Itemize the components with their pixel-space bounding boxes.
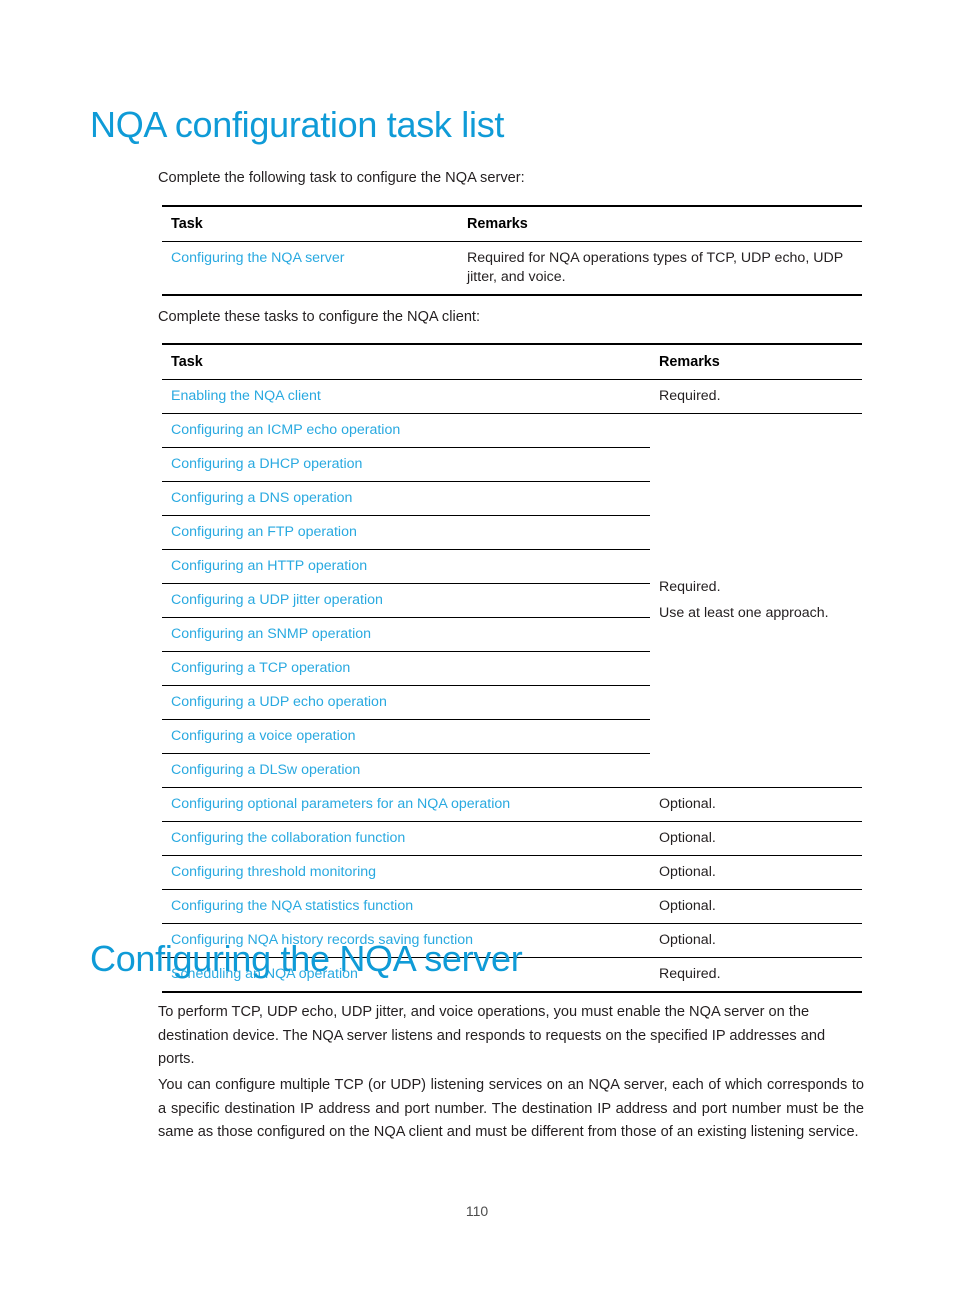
link-configuring-a-dns-operation[interactable]: Configuring a DNS operation	[171, 490, 352, 506]
task-cell: Configuring an HTTP operation	[162, 549, 650, 584]
table-row: Configuring the collaboration function O…	[162, 821, 862, 856]
column-header-remarks: Remarks	[650, 343, 862, 380]
link-configuring-a-udp-jitter-operation[interactable]: Configuring a UDP jitter operation	[171, 592, 383, 608]
section-title-configuring-the-nqa-server: Configuring the NQA server	[90, 938, 523, 979]
link-configuring-an-ftp-operation[interactable]: Configuring an FTP operation	[171, 524, 357, 540]
document-page: NQA configuration task list Complete the…	[0, 0, 954, 1296]
remark-cell: Optional.	[650, 923, 862, 958]
remark-cell: Optional.	[650, 889, 862, 924]
task-cell: Configuring the collaboration function	[162, 821, 650, 856]
paragraph-nqa-server-listening-services: You can configure multiple TCP (or UDP) …	[158, 1077, 864, 1140]
task-cell: Configuring a DNS operation	[162, 481, 650, 516]
remark-cell: Required for NQA operations types of TCP…	[458, 241, 862, 296]
link-configuring-the-collaboration-function[interactable]: Configuring the collaboration function	[171, 830, 405, 846]
task-cell: Configuring a DLSw operation	[162, 753, 650, 788]
table-header-row: Task Remarks	[162, 343, 862, 380]
link-configuring-threshold-monitoring[interactable]: Configuring threshold monitoring	[171, 864, 376, 880]
task-cell: Configuring an SNMP operation	[162, 617, 650, 652]
link-configuring-an-icmp-echo-operation[interactable]: Configuring an ICMP echo operation	[171, 422, 400, 438]
table-row: Configuring the NQA server Required for …	[162, 241, 862, 296]
link-configuring-the-nqa-server[interactable]: Configuring the NQA server	[171, 250, 345, 266]
remark-line-use-at-least-one-approach: Use at least one approach.	[659, 605, 829, 621]
link-configuring-a-voice-operation[interactable]: Configuring a voice operation	[171, 728, 356, 744]
task-cell: Configuring a voice operation	[162, 719, 650, 754]
task-cell: Enabling the NQA client	[162, 379, 650, 414]
lead-text-client: Complete these tasks to configure the NQ…	[158, 309, 481, 325]
table-row: Configuring an ICMP echo operation Requi…	[162, 413, 862, 788]
link-configuring-a-dhcp-operation[interactable]: Configuring a DHCP operation	[171, 456, 362, 472]
table-nqa-client-tasks: Task Remarks Enabling the NQA client Req…	[162, 343, 862, 993]
task-cell: Configuring the NQA server	[162, 241, 458, 296]
table-row: Configuring threshold monitoring Optiona…	[162, 855, 862, 890]
column-header-remarks: Remarks	[458, 205, 862, 242]
remark-cell: Optional.	[650, 855, 862, 890]
task-cell: Configuring a UDP echo operation	[162, 685, 650, 720]
table-header-row: Task Remarks	[162, 205, 862, 242]
table-nqa-server-tasks: Task Remarks Configuring the NQA server …	[162, 205, 862, 296]
task-cell: Configuring a UDP jitter operation	[162, 583, 650, 618]
page-title-nqa-configuration-task-list: NQA configuration task list	[90, 104, 505, 145]
link-configuring-the-nqa-statistics-function[interactable]: Configuring the NQA statistics function	[171, 898, 413, 914]
paragraph-nqa-server-overview: To perform TCP, UDP echo, UDP jitter, an…	[158, 1004, 826, 1067]
remark-cell: Required.	[650, 379, 862, 414]
task-cell: Configuring an FTP operation	[162, 515, 650, 550]
remark-cell: Required.	[650, 957, 862, 993]
page-number: 110	[465, 1203, 489, 1219]
remark-cell-merged: Required. Use at least one approach.	[650, 413, 862, 788]
link-configuring-a-tcp-operation[interactable]: Configuring a TCP operation	[171, 660, 350, 676]
table-row: Configuring the NQA statistics function …	[162, 889, 862, 924]
link-configuring-a-dlsw-operation[interactable]: Configuring a DLSw operation	[171, 762, 360, 778]
link-configuring-an-snmp-operation[interactable]: Configuring an SNMP operation	[171, 626, 371, 642]
remark-cell: Optional.	[650, 787, 862, 822]
remark-line-required: Required.	[659, 579, 721, 595]
lead-text-server: Complete the following task to configure…	[158, 170, 525, 186]
task-cell: Configuring a TCP operation	[162, 651, 650, 686]
task-cell: Configuring optional parameters for an N…	[162, 787, 650, 822]
task-cell: Configuring an ICMP echo operation	[162, 413, 650, 448]
task-cell: Configuring a DHCP operation	[162, 447, 650, 482]
task-cell: Configuring threshold monitoring	[162, 855, 650, 890]
link-enabling-the-nqa-client[interactable]: Enabling the NQA client	[171, 388, 321, 404]
table-row: Configuring optional parameters for an N…	[162, 787, 862, 822]
task-cell: Configuring the NQA statistics function	[162, 889, 650, 924]
link-configuring-a-udp-echo-operation[interactable]: Configuring a UDP echo operation	[171, 694, 387, 710]
column-header-task: Task	[162, 205, 458, 242]
column-header-task: Task	[162, 343, 650, 380]
link-configuring-an-http-operation[interactable]: Configuring an HTTP operation	[171, 558, 367, 574]
remark-cell: Optional.	[650, 821, 862, 856]
link-configuring-optional-parameters-for-an-nqa-operation[interactable]: Configuring optional parameters for an N…	[171, 796, 510, 812]
table-row: Enabling the NQA client Required.	[162, 379, 862, 414]
